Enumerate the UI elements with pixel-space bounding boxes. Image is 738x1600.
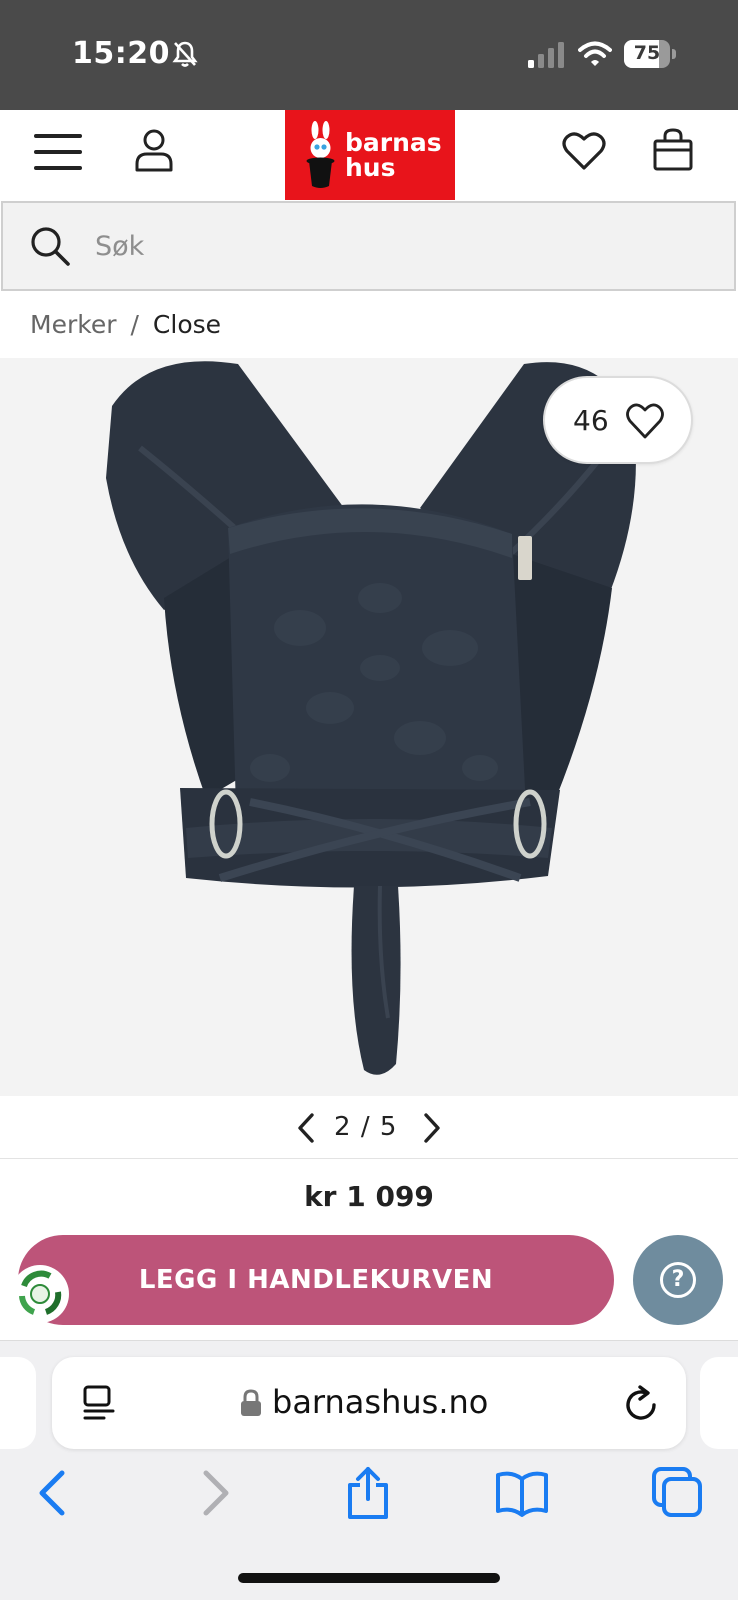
product-image-gallery[interactable] [0,358,738,1096]
status-bar: 15:20 75 [0,0,738,110]
question-icon: ? [660,1262,696,1298]
breadcrumb-merker[interactable]: Merker [30,310,116,339]
site-logo[interactable]: barnas hus [285,110,455,200]
address-bar[interactable]: barnashus.no [52,1357,686,1449]
menu-button[interactable] [34,134,82,172]
gallery-pager: 2 / 5 [0,1098,738,1158]
add-to-cart-label: LEGG I HANDLEKURVEN [138,1265,494,1295]
wishlist-badge[interactable]: 46 [543,376,693,464]
divider [0,1158,738,1159]
chevron-left-icon[interactable] [294,1112,318,1144]
page-menu-icon[interactable] [82,1385,116,1421]
heart-icon [626,403,664,439]
add-to-cart-button[interactable]: LEGG I HANDLEKURVEN [18,1235,614,1325]
gallery-position: 2 / 5 [334,1112,397,1142]
breadcrumb: Merker / Close [30,310,221,339]
breadcrumb-separator: / [130,310,139,339]
recycle-eco-icon [11,1265,69,1323]
tabs-icon[interactable] [650,1465,706,1521]
next-tab-preview[interactable] [700,1357,738,1449]
status-time: 15:20 [72,36,170,71]
reload-icon[interactable] [624,1385,660,1423]
chevron-right-icon[interactable] [420,1112,444,1144]
gallery-separator: / [360,1112,371,1142]
browser-toolbar: barnashus.no [0,1340,738,1600]
url-text: barnashus.no [272,1383,489,1421]
search-icon [31,227,70,266]
lock-icon [241,1389,261,1416]
shopping-bag-icon[interactable] [652,128,694,172]
logo-line-2: hus [345,153,396,182]
logo-line-1: barnas [345,128,442,157]
product-image-baby-carrier [0,358,738,1096]
home-indicator [238,1573,500,1583]
bunny-logo-icon [306,121,335,188]
previous-tab-preview[interactable] [0,1357,36,1449]
wifi-icon [578,41,612,66]
book-icon[interactable] [494,1465,550,1521]
logo-text: barnas hus [345,130,442,180]
product-price: kr 1 099 [304,1180,434,1213]
browser-nav-row [0,1465,738,1545]
wishlist-count: 46 [573,404,609,437]
search-input[interactable] [95,225,695,267]
search-bar[interactable] [1,201,736,291]
hamburger-menu-icon [34,134,82,138]
battery-indicator: 75 [624,40,676,68]
gallery-total: 5 [379,1112,398,1142]
cellular-signal-icon [528,42,564,68]
bell-off-icon [172,41,198,67]
breadcrumb-current: Close [152,310,222,339]
gallery-current: 2 [334,1112,352,1142]
forward-arrow-icon[interactable] [186,1465,242,1521]
user-icon[interactable] [134,128,174,174]
heart-icon[interactable] [562,131,606,171]
share-icon[interactable] [340,1465,396,1521]
help-button[interactable]: ? [633,1235,723,1325]
back-arrow-icon[interactable] [26,1465,82,1521]
battery-level: 75 [633,42,661,64]
